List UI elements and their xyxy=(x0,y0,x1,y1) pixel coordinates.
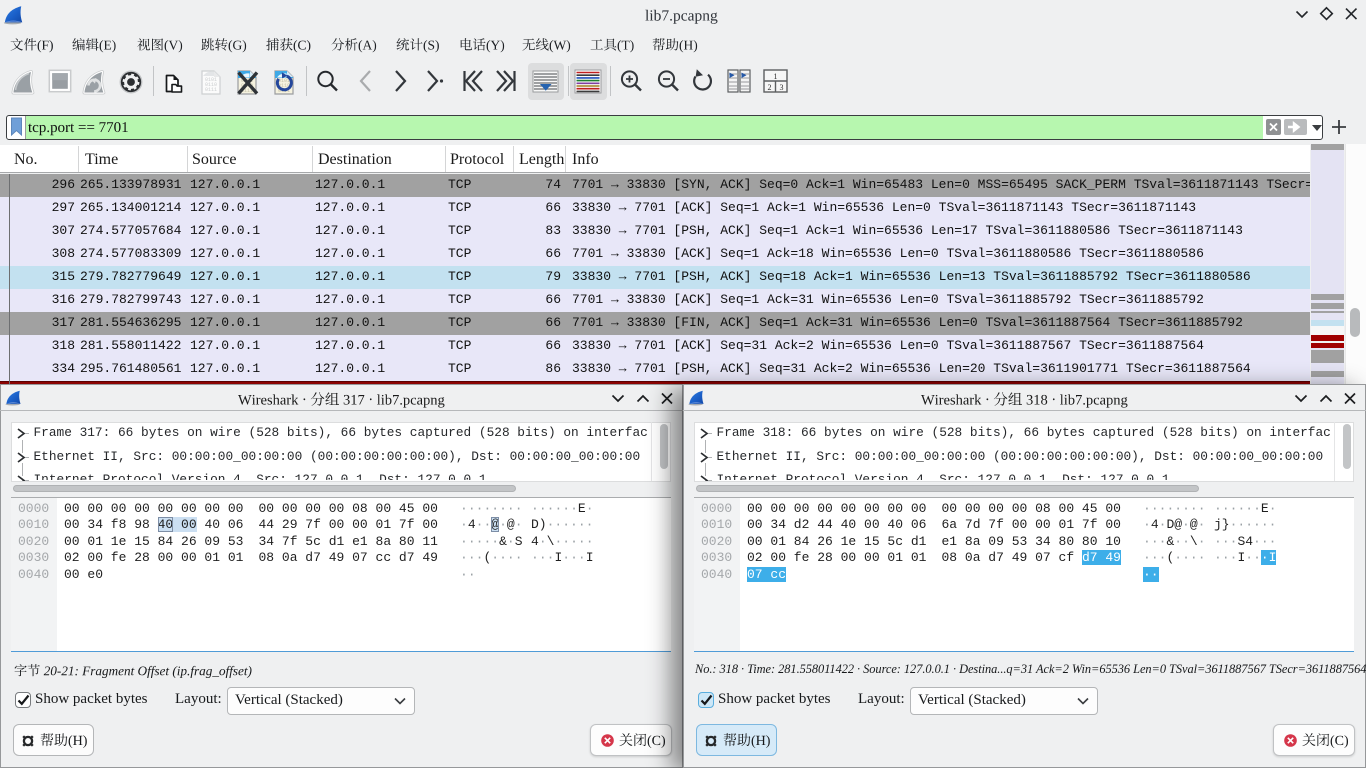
svg-text:1: 1 xyxy=(774,72,778,81)
svg-text:0111: 0111 xyxy=(205,87,217,93)
svg-text:3: 3 xyxy=(780,83,784,92)
svg-text:2: 2 xyxy=(768,83,772,92)
